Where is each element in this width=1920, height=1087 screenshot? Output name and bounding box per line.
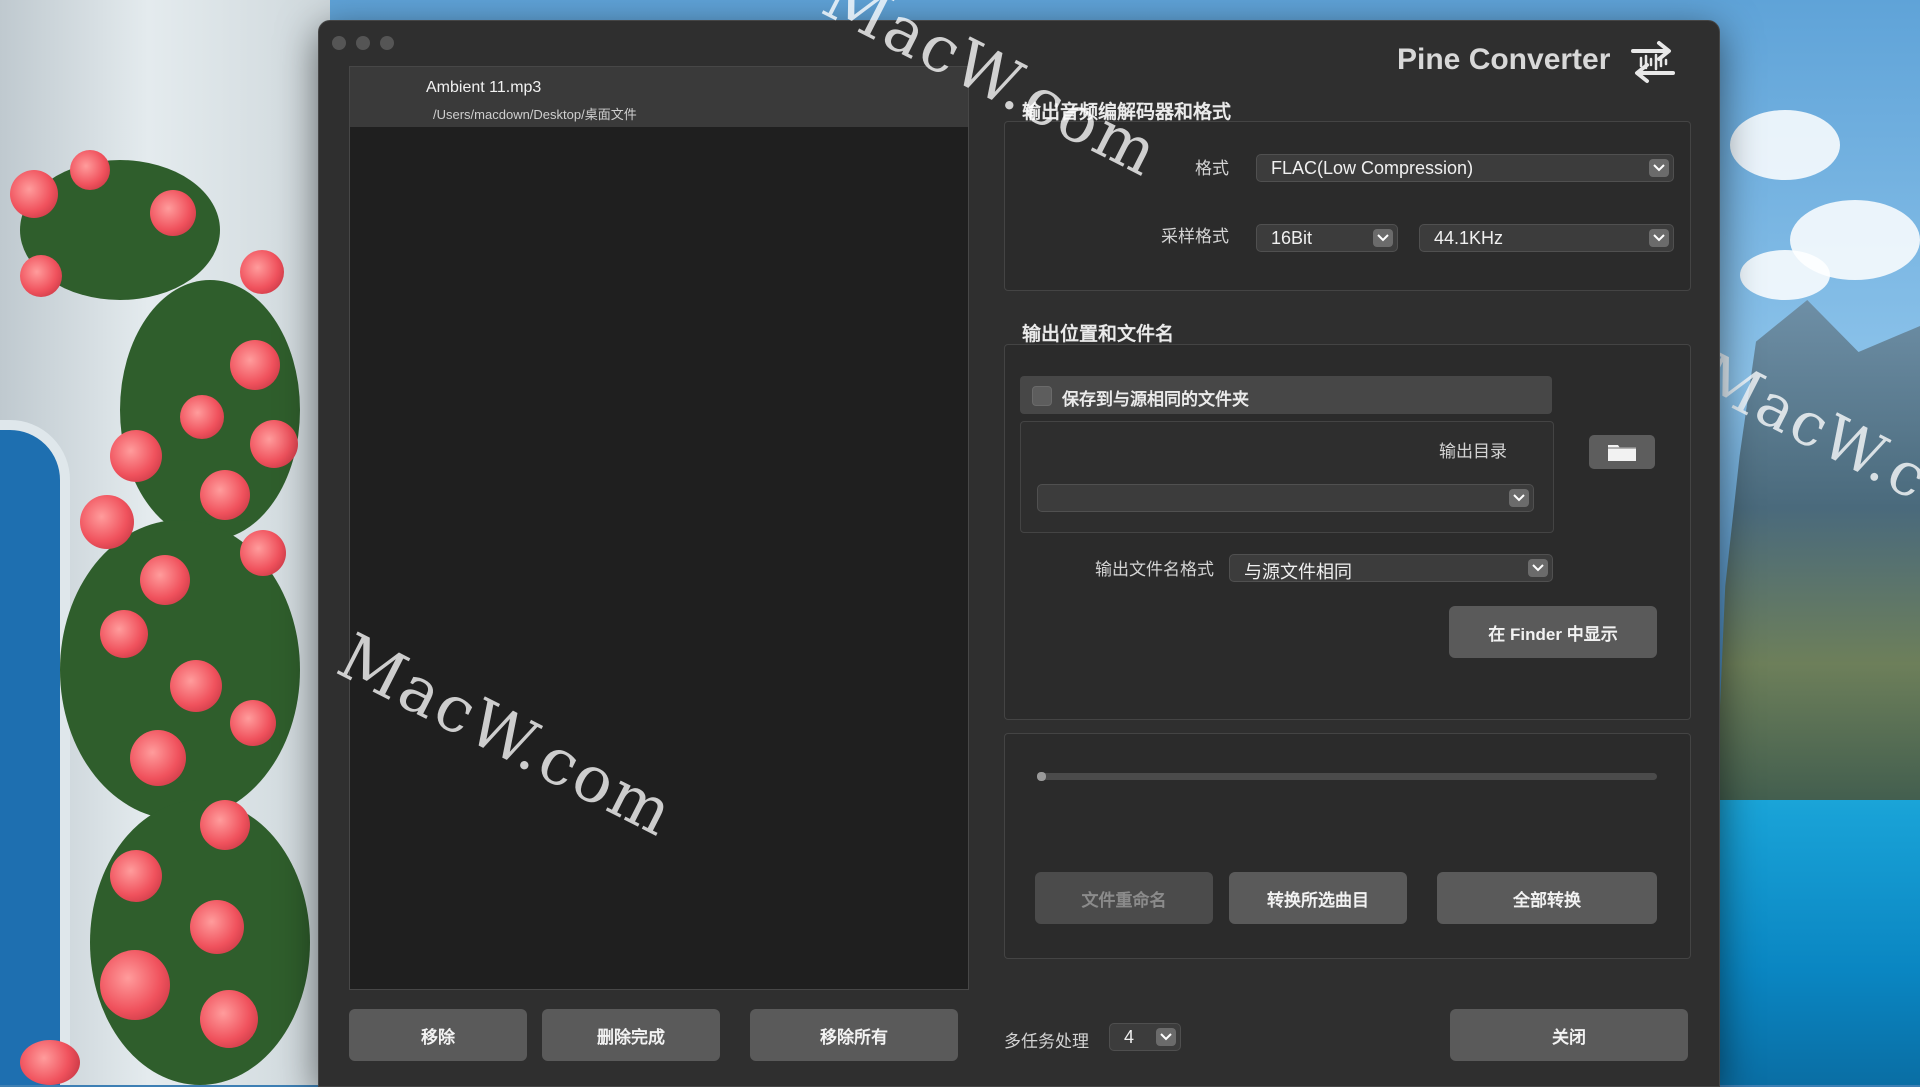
output-section-title: 输出位置和文件名 xyxy=(1022,324,1175,345)
rename-files-button[interactable]: 文件重命名 xyxy=(1035,872,1213,924)
file-name: Ambient 11.mp3 xyxy=(426,79,542,96)
remove-button[interactable]: 移除 xyxy=(349,1009,527,1061)
sample-format-label: 采样格式 xyxy=(1161,227,1229,246)
bit-depth-value: 16Bit xyxy=(1271,228,1313,248)
file-path: /Users/macdown/Desktop/桌面文件 xyxy=(433,107,637,122)
chevron-down-icon xyxy=(1373,229,1393,247)
sample-rate-select[interactable]: 44.1KHz xyxy=(1419,224,1674,252)
convert-selected-button[interactable]: 转换所选曲目 xyxy=(1229,872,1407,924)
output-dir-select[interactable] xyxy=(1037,484,1534,512)
remove-finished-button[interactable]: 删除完成 xyxy=(542,1009,720,1061)
same-folder-label: 保存到与源相同的文件夹 xyxy=(1062,390,1249,409)
progress-fill xyxy=(1037,772,1046,781)
convert-panel xyxy=(1004,733,1691,959)
filename-format-value: 与源文件相同 xyxy=(1244,562,1352,582)
wallpaper-cloud xyxy=(1740,250,1830,300)
format-value: FLAC(Low Compression) xyxy=(1271,158,1474,178)
wallpaper-sea xyxy=(1700,800,1920,1085)
chevron-down-icon xyxy=(1649,229,1669,247)
sample-rate-value: 44.1KHz xyxy=(1434,228,1504,248)
convert-all-button[interactable]: 全部转换 xyxy=(1437,872,1657,924)
wallpaper-arch xyxy=(0,420,70,1085)
chevron-down-icon xyxy=(1509,489,1529,507)
format-select[interactable]: FLAC(Low Compression) xyxy=(1256,154,1674,182)
list-item[interactable]: Ambient 11.mp3 /Users/macdown/Desktop/桌面… xyxy=(350,67,968,127)
app-window: Ambient 11.mp3 /Users/macdown/Desktop/桌面… xyxy=(318,20,1720,1087)
choose-folder-button[interactable] xyxy=(1589,435,1655,469)
show-in-finder-button[interactable]: 在 Finder 中显示 xyxy=(1449,606,1657,658)
zoom-traffic-light[interactable] xyxy=(380,36,394,50)
filename-format-select[interactable]: 与源文件相同 xyxy=(1229,554,1553,582)
app-title: Pine Converter xyxy=(1397,43,1611,76)
file-list[interactable]: Ambient 11.mp3 /Users/macdown/Desktop/桌面… xyxy=(349,66,969,990)
folder-icon xyxy=(1608,445,1636,461)
remove-all-button[interactable]: 移除所有 xyxy=(750,1009,958,1061)
chevron-down-icon xyxy=(1156,1028,1176,1046)
close-traffic-light[interactable] xyxy=(332,36,346,50)
chevron-down-icon xyxy=(1649,159,1669,177)
close-button[interactable]: 关闭 xyxy=(1450,1009,1688,1061)
wallpaper-cloud xyxy=(1730,110,1840,180)
same-folder-checkbox[interactable] xyxy=(1032,386,1052,406)
same-folder-row[interactable]: 保存到与源相同的文件夹 xyxy=(1020,376,1552,414)
multitask-count-select[interactable]: 4 xyxy=(1109,1023,1181,1051)
conversion-progress-bar xyxy=(1037,772,1657,781)
convert-arrows-icon xyxy=(1631,41,1675,83)
multitask-label: 多任务处理 xyxy=(1004,1032,1089,1051)
filename-format-label: 输出文件名格式 xyxy=(1095,560,1214,579)
bit-depth-select[interactable]: 16Bit xyxy=(1256,224,1398,252)
output-dir-label: 输出目录 xyxy=(1439,442,1507,461)
chevron-down-icon xyxy=(1528,559,1548,577)
minimize-traffic-light[interactable] xyxy=(356,36,370,50)
multitask-count-value: 4 xyxy=(1124,1027,1135,1047)
